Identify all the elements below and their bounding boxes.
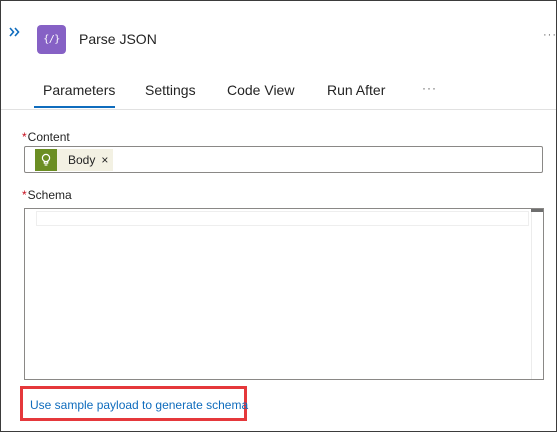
tab-parameters[interactable]: Parameters [43,82,115,98]
tabs-overflow-icon[interactable]: ··· [422,81,437,95]
lightbulb-icon [35,149,57,171]
more-options-icon[interactable]: ··· [543,29,556,41]
tab-run-after[interactable]: Run After [327,82,385,98]
body-token[interactable]: Body × [35,149,114,171]
action-title[interactable]: Parse JSON [79,31,157,47]
content-label-text: Content [27,130,70,144]
token-label: Body [68,153,96,167]
schema-editor[interactable] [24,208,544,380]
required-marker: * [22,130,27,144]
parse-json-icon: {/} [37,25,66,54]
content-field-label: *Content [22,130,70,144]
sample-link-highlight: Use sample payload to generate schema [20,386,248,421]
active-tab-indicator [34,106,115,108]
schema-field-label: *Schema [22,188,72,202]
use-sample-payload-link[interactable]: Use sample payload to generate schema [30,398,248,412]
tab-bar: Parameters Settings Code View Run After … [1,75,556,110]
parse-json-panel: {/} Parse JSON ··· Parameters Settings C… [0,0,557,432]
required-marker: * [22,188,27,202]
schema-label-text: Schema [27,188,72,202]
token-remove-icon[interactable]: × [101,149,113,171]
editor-current-line[interactable] [36,211,529,226]
parse-json-icon-glyph: {/} [43,34,60,45]
expand-panel-chevron-icon[interactable] [8,25,22,39]
editor-scroll-thumb[interactable] [531,209,543,212]
content-input[interactable]: Body × [24,146,543,173]
editor-scrollbar[interactable] [531,209,543,379]
tab-settings[interactable]: Settings [145,82,196,98]
tab-code-view[interactable]: Code View [227,82,294,98]
